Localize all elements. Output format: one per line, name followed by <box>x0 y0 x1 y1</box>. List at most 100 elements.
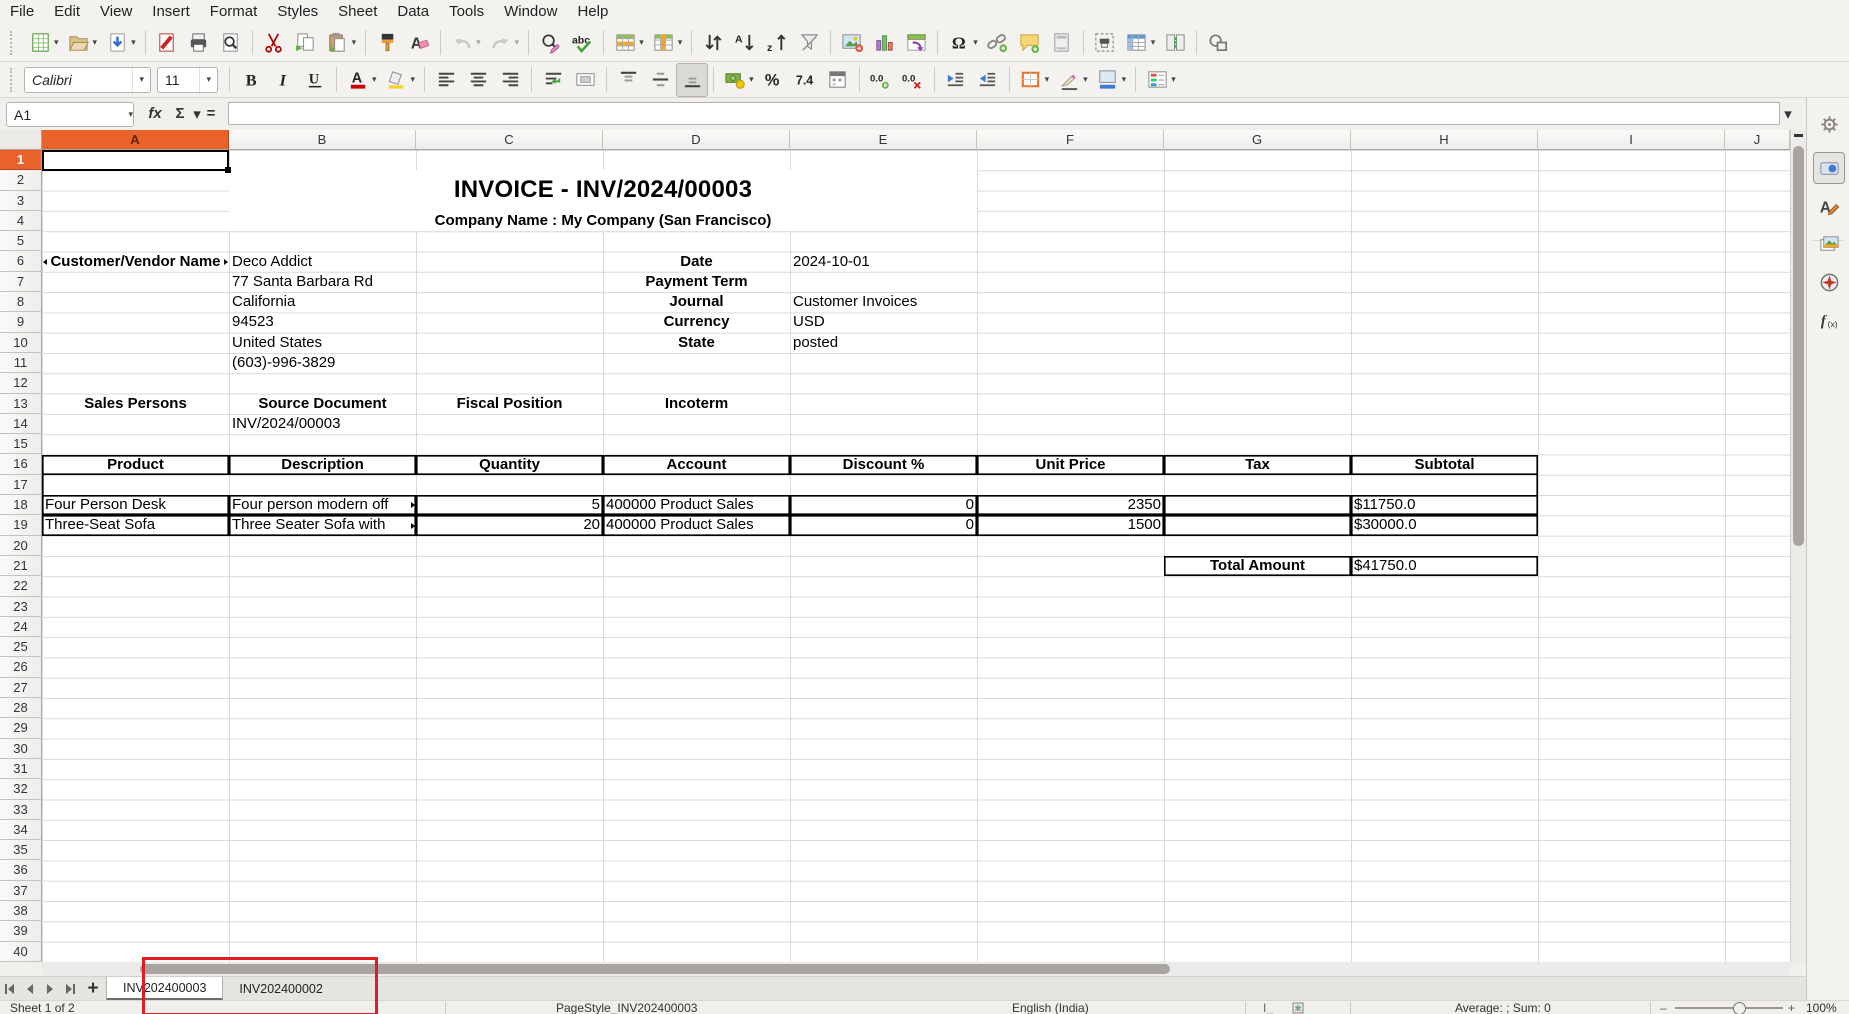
row-header-7[interactable]: 7 <box>0 272 42 292</box>
autofilter-button[interactable] <box>793 26 825 60</box>
cell-F18[interactable]: 2350 <box>977 495 1164 515</box>
zoom-level-label[interactable]: 100% <box>1806 1001 1837 1014</box>
format-currency-button[interactable]: ▾ <box>719 63 758 97</box>
cell-G18[interactable] <box>1164 495 1351 515</box>
row-header-40[interactable]: 40 <box>0 942 42 962</box>
cell-D16[interactable]: Account <box>603 455 790 475</box>
zoom-in-icon[interactable]: + <box>1788 1001 1795 1014</box>
headers-footers-button[interactable] <box>1046 26 1078 60</box>
cell-C19[interactable]: 20 <box>416 515 603 535</box>
cell-B6[interactable]: Deco Addict <box>229 252 416 272</box>
save-button[interactable]: ▾ <box>101 26 140 60</box>
cell-D13[interactable]: Incoterm <box>603 394 790 414</box>
cell-H16[interactable]: Subtotal <box>1351 455 1538 475</box>
wrap-text-button[interactable] <box>537 63 569 97</box>
menu-tools[interactable]: Tools <box>439 0 494 24</box>
sort-button[interactable] <box>697 26 729 60</box>
cell-E16[interactable]: Discount % <box>790 455 977 475</box>
insert-comment-button[interactable] <box>1014 26 1046 60</box>
row-header-3[interactable]: 3 <box>0 191 42 211</box>
cell-E9[interactable]: USD <box>790 312 977 332</box>
decrease-indent-button[interactable] <box>972 63 1004 97</box>
previous-sheet-icon[interactable] <box>20 977 40 1001</box>
menu-styles[interactable]: Styles <box>267 0 328 24</box>
sort-ascending-button[interactable]: A <box>729 26 761 60</box>
delete-decimal-button[interactable]: 0.0 <box>897 63 929 97</box>
borders-button[interactable]: ▾ <box>1015 63 1054 97</box>
cell-B8[interactable]: California <box>229 292 416 312</box>
cell-B19[interactable]: Three Seater Sofa with <box>229 515 416 535</box>
row-header-19[interactable]: 19 <box>0 515 42 535</box>
row-header-4[interactable]: 4 <box>0 211 42 231</box>
split-window-button[interactable] <box>1159 26 1191 60</box>
spelling-button[interactable]: abc <box>566 26 598 60</box>
document-modified-icon[interactable] <box>1292 1001 1304 1014</box>
chevron-down-icon[interactable]: ▾ <box>476 37 481 48</box>
print-area-button[interactable] <box>1089 26 1121 60</box>
cell-E8[interactable]: Customer Invoices <box>790 292 977 312</box>
row-header-12[interactable]: 12 <box>0 373 42 393</box>
open-file-button[interactable]: ▾ <box>63 26 102 60</box>
row-header-6[interactable]: 6 <box>0 251 42 271</box>
insert-row-button[interactable]: ▾ <box>609 26 648 60</box>
chevron-down-icon[interactable]: ▾ <box>132 68 150 92</box>
chevron-down-icon[interactable]: ▾ <box>678 37 683 48</box>
cell-A13[interactable]: Sales Persons <box>42 394 229 414</box>
chevron-down-icon[interactable]: ▾ <box>411 74 416 85</box>
cell-E18[interactable]: 0 <box>790 495 977 515</box>
cell-D6[interactable]: Date <box>603 252 790 272</box>
col-header-J[interactable]: J <box>1725 130 1790 150</box>
zoom-slider[interactable] <box>1675 1007 1783 1009</box>
row-header-33[interactable]: 33 <box>0 800 42 820</box>
menu-sheet[interactable]: Sheet <box>328 0 387 24</box>
chevron-down-icon[interactable]: ▾ <box>1122 74 1127 85</box>
cell-B10[interactable]: United States <box>229 333 416 353</box>
col-header-I[interactable]: I <box>1538 130 1725 150</box>
row-header-36[interactable]: 36 <box>0 860 42 880</box>
chevron-down-icon[interactable]: ▾ <box>131 37 136 48</box>
cell-G21[interactable]: Total Amount <box>1164 556 1351 576</box>
row-header-2[interactable]: 2 <box>0 170 42 190</box>
chevron-down-icon[interactable]: ▾ <box>1083 74 1088 85</box>
cell-H18[interactable]: $11750.0 <box>1351 495 1538 515</box>
align-top-button[interactable] <box>612 63 644 97</box>
row-header-24[interactable]: 24 <box>0 617 42 637</box>
cell-B7[interactable]: 77 Santa Barbara Rd <box>229 272 416 292</box>
cell-E10[interactable]: posted <box>790 333 977 353</box>
row-header-1[interactable]: 1 <box>0 150 42 170</box>
row-header-15[interactable]: 15 <box>0 434 42 454</box>
row-header-22[interactable]: 22 <box>0 576 42 596</box>
cell-C16[interactable]: Quantity <box>416 455 603 475</box>
page-style-label[interactable]: PageStyle_INV202400003 <box>556 1001 697 1014</box>
cut-button[interactable] <box>258 26 290 60</box>
cell-C18[interactable]: 5 <box>416 495 603 515</box>
print-preview-button[interactable] <box>215 26 247 60</box>
row-header-30[interactable]: 30 <box>0 739 42 759</box>
paste-button[interactable]: ▾ <box>322 26 361 60</box>
insert-column-button[interactable]: ▾ <box>648 26 687 60</box>
row-header-34[interactable]: 34 <box>0 820 42 840</box>
row-header-23[interactable]: 23 <box>0 597 42 617</box>
cell-E6[interactable]: 2024-10-01 <box>790 252 977 272</box>
font-name-combo[interactable]: Calibri▾ <box>24 67 151 93</box>
row-header-14[interactable]: 14 <box>0 414 42 434</box>
insert-hyperlink-button[interactable] <box>982 26 1014 60</box>
menu-data[interactable]: Data <box>387 0 439 24</box>
chevron-down-icon[interactable]: ▾ <box>372 74 377 85</box>
sum-chevron-icon[interactable]: ▾ <box>192 102 202 125</box>
col-header-E[interactable]: E <box>790 130 977 150</box>
align-left-button[interactable] <box>430 63 462 97</box>
cell-F16[interactable]: Unit Price <box>977 455 1164 475</box>
sidebar-functions-button[interactable]: f(x) <box>1813 304 1845 336</box>
chevron-down-icon[interactable]: ▾ <box>128 109 133 120</box>
zoom-slider-knob[interactable] <box>1733 1002 1746 1014</box>
language-label[interactable]: English (India) <box>1012 1001 1089 1014</box>
conditional-formatting-button[interactable]: ▾ <box>1141 63 1180 97</box>
format-date-button[interactable] <box>822 63 854 97</box>
show-draw-functions-button[interactable] <box>1202 26 1234 60</box>
expand-formula-bar-icon[interactable]: ▾ <box>1778 102 1798 125</box>
col-header-A[interactable]: A <box>42 130 229 150</box>
cell-B9[interactable]: 94523 <box>229 312 416 332</box>
underline-button[interactable]: U <box>299 63 331 97</box>
row-header-8[interactable]: 8 <box>0 292 42 312</box>
